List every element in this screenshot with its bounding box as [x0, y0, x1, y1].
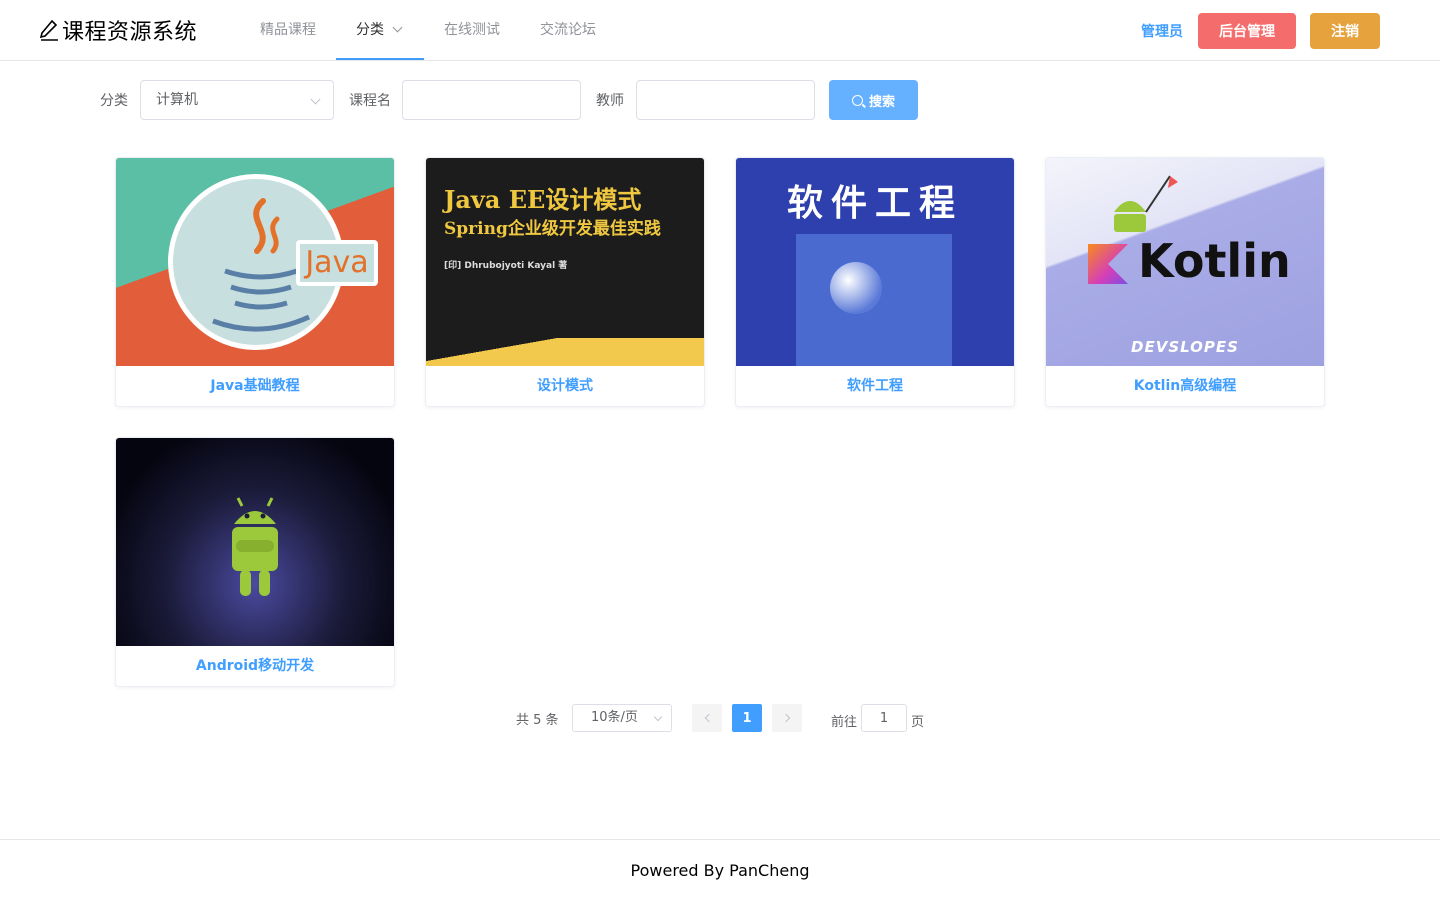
chevron-down-icon	[392, 22, 403, 33]
search-button[interactable]: 搜索	[829, 80, 918, 120]
edit-pen-icon	[39, 19, 58, 41]
kotlin-logo-icon	[1088, 244, 1128, 284]
chevron-left-icon	[704, 713, 713, 723]
page-size-value: 10条/页	[591, 710, 638, 725]
book-cover-band	[426, 338, 704, 366]
chevron-right-icon	[781, 713, 790, 723]
goto-label: 前往	[831, 715, 858, 730]
android-flag-icon	[1114, 175, 1178, 232]
android-robot-icon	[232, 497, 278, 596]
course-cover-image: 软件工程	[736, 158, 1014, 366]
nav-forum[interactable]: 交流论坛	[540, 0, 596, 60]
book-author: [印] Dhrubojyoti Kayal 著	[444, 261, 568, 271]
course-title[interactable]: Android移动开发	[116, 646, 394, 686]
book-title: Java EE设计模式	[444, 185, 642, 214]
course-title[interactable]: 设计模式	[426, 366, 704, 406]
globe-icon	[830, 262, 882, 314]
course-card[interactable]: Android移动开发	[115, 437, 395, 687]
course-title[interactable]: Kotlin高级编程	[1046, 366, 1324, 406]
course-cover-image: Kotlin DEVSLOPES	[1046, 158, 1324, 366]
book-title: 软件工程	[786, 182, 963, 224]
logout-button[interactable]: 注销	[1310, 13, 1380, 49]
top-navbar: 课程资源系统 精品课程 分类 在线测试 交流论坛 管理员 后台管理 注销	[0, 0, 1440, 61]
admin-user-link[interactable]: 管理员	[1141, 21, 1183, 41]
book-subtitle: Spring企业级开发最佳实践	[444, 219, 661, 239]
nav-category-label: 分类	[356, 22, 384, 38]
logo[interactable]: 课程资源系统	[38, 14, 197, 46]
kotlin-logo-text: Kotlin	[1138, 234, 1291, 288]
course-card[interactable]: Java Java基础教程	[115, 157, 395, 407]
course-cover-image: Java	[116, 158, 394, 366]
teacher-input[interactable]	[636, 80, 815, 120]
nav-category-dropdown[interactable]: 分类	[336, 0, 424, 60]
page-size-select[interactable]: 10条/页	[572, 704, 672, 732]
search-button-label: 搜索	[868, 93, 895, 109]
pagination-total: 共 5 条	[516, 713, 559, 728]
search-icon	[851, 94, 863, 106]
prev-page-button[interactable]	[692, 704, 722, 732]
category-select-value: 计算机	[156, 92, 198, 108]
footer: Powered By PanCheng	[0, 839, 1440, 900]
teacher-label: 教师	[596, 93, 624, 109]
course-name-label: 课程名	[349, 93, 391, 109]
chevron-down-icon	[653, 712, 663, 722]
logo-text: 课程资源系统	[62, 20, 198, 45]
course-cover-image	[116, 438, 394, 646]
category-select[interactable]: 计算机	[140, 80, 334, 120]
course-title[interactable]: Java基础教程	[116, 366, 394, 406]
next-page-button[interactable]	[772, 704, 802, 732]
page-number-button[interactable]: 1	[732, 704, 762, 732]
nav-online-test[interactable]: 在线测试	[444, 0, 500, 60]
course-card[interactable]: Kotlin DEVSLOPES Kotlin高级编程	[1045, 157, 1325, 407]
backend-management-button[interactable]: 后台管理	[1198, 13, 1296, 49]
course-title[interactable]: 软件工程	[736, 366, 1014, 406]
course-card[interactable]: 软件工程 软件工程	[735, 157, 1015, 407]
goto-page-input[interactable]	[861, 704, 907, 732]
devslopes-text: DEVSLOPES	[1131, 338, 1239, 356]
footer-text: Powered By PanCheng	[630, 861, 810, 880]
page-suffix-label: 页	[911, 715, 925, 730]
chevron-down-icon	[310, 94, 321, 105]
java-logo-text: Java	[296, 240, 378, 286]
nav-featured-courses[interactable]: 精品课程	[260, 0, 316, 60]
category-label: 分类	[100, 93, 128, 109]
course-name-input[interactable]	[402, 80, 581, 120]
course-card[interactable]: Java EE设计模式 Spring企业级开发最佳实践 [印] Dhrubojy…	[425, 157, 705, 407]
course-cover-image: Java EE设计模式 Spring企业级开发最佳实践 [印] Dhrubojy…	[426, 158, 704, 366]
